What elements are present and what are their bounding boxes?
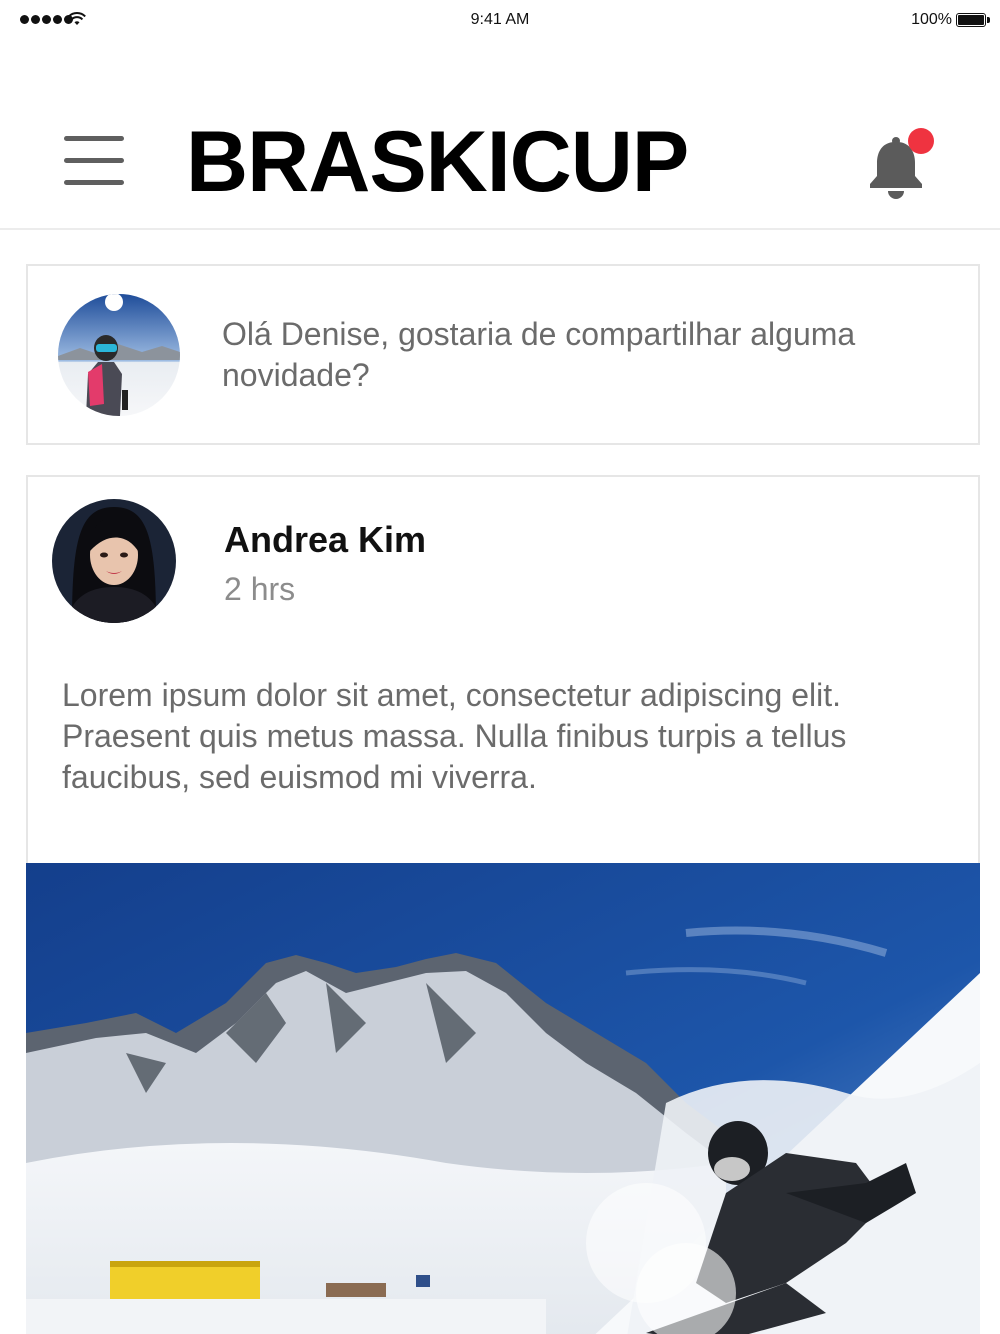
notification-badge xyxy=(908,128,934,154)
post-text: Lorem ipsum dolor sit amet, consectetur … xyxy=(62,677,847,795)
app-title: BRASKICUP xyxy=(186,114,689,210)
status-time: 9:41 AM xyxy=(470,11,530,28)
battery-percentage: 100% xyxy=(911,11,952,28)
app-screen: 9:41 AM 100% BRASKICUP Olá Denise, gosta… xyxy=(0,0,1000,1334)
author-avatar[interactable] xyxy=(52,499,176,623)
post-composer[interactable]: Olá Denise, gostaria de compartilhar alg… xyxy=(26,264,980,445)
post-timestamp: 2 hrs xyxy=(224,571,296,607)
composer-prompt: Olá Denise, gostaria de compartilhar alg… xyxy=(222,316,856,393)
status-bar: 9:41 AM 100% xyxy=(0,0,1000,40)
feed-post: Andrea Kim 2 hrs Lorem ipsum dolor sit a… xyxy=(26,475,980,1334)
notifications-button[interactable] xyxy=(866,128,936,199)
hamburger-menu-icon[interactable] xyxy=(64,134,126,186)
avatar xyxy=(58,294,180,416)
post-author-name[interactable]: Andrea Kim xyxy=(224,519,426,561)
app-header: BRASKICUP xyxy=(0,90,1000,230)
battery-icon xyxy=(956,13,990,27)
post-photo[interactable] xyxy=(26,863,980,1334)
